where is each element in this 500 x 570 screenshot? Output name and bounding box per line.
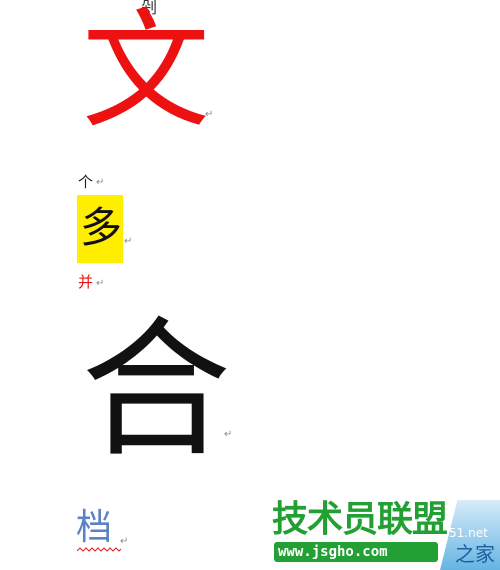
watermark-site-fragment: 51.net [449,526,488,540]
paragraph-mark: ↵ [224,429,233,440]
paragraph-mark: ↵ [120,536,129,547]
character-duo: 多 [80,203,123,252]
watermark-tail: 之家 [455,542,495,566]
character-ge: 个 [78,173,94,191]
watermark-title: 技术员联盟 [272,499,448,540]
paragraph-mark: ↵ [205,109,214,120]
paragraph-mark: ↵ [96,177,105,188]
spell-error-underline [77,547,121,552]
character-bing: 并 [78,273,94,291]
character-wen: 文 [82,0,211,146]
site-watermark: 技术员联盟 www.jsgho.com 51.net 之家 [272,500,500,570]
character-dang: 档 [76,507,113,548]
character-he: 合 [81,304,232,478]
paragraph-mark: ↵ [124,236,133,247]
paragraph-mark: ↵ [96,278,105,289]
watermark-url: www.jsgho.com [278,544,388,560]
document-page[interactable]: 剁 文 ↵ 个 ↵ 多 ↵ 并 ↵ 合 ↵ 档 ↵ 技术员联盟 www.jsgh… [0,0,500,570]
